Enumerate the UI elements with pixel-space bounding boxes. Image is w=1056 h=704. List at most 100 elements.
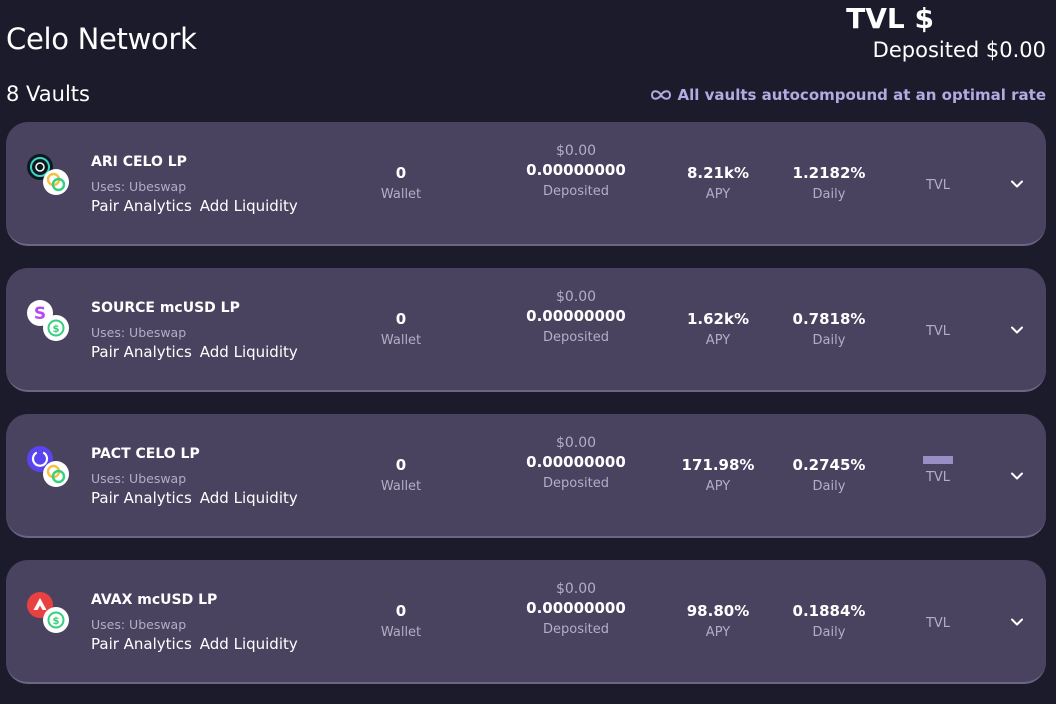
asset-icons <box>26 153 72 199</box>
apy-value: 8.21k% <box>686 164 749 182</box>
deposited-total: Deposited $0.00 <box>872 38 1046 62</box>
deposited-label: Deposited <box>543 622 609 637</box>
daily-label: Daily <box>812 625 846 640</box>
svg-text:$: $ <box>53 616 60 627</box>
apy-stat: 8.21k% APY <box>668 164 768 202</box>
autocompound-text: All vaults autocompound at an optimal ra… <box>677 86 1047 104</box>
pair-analytics-link[interactable]: Pair Analytics <box>91 197 192 215</box>
celo-icon <box>43 169 69 195</box>
daily-label: Daily <box>812 333 846 348</box>
daily-label: Daily <box>812 479 846 494</box>
autocompound-note: All vaults autocompound at an optimal ra… <box>648 86 1047 104</box>
asset-icons: S $ <box>26 299 72 345</box>
vault-links: Pair Analytics Add Liquidity <box>91 489 298 507</box>
wallet-value: 0 <box>395 164 407 182</box>
vault-uses: Uses: Ubeswap <box>91 325 187 340</box>
vault-links: Pair Analytics Add Liquidity <box>91 197 298 215</box>
vault-name: PACT CELO LP <box>91 446 200 462</box>
wallet-stat: 0 Wallet <box>351 602 451 640</box>
tvl-title: TVL $ <box>846 2 934 35</box>
tvl-label: TVL <box>925 470 951 485</box>
wallet-stat: 0 Wallet <box>351 310 451 348</box>
deposited-usd: $0.00 <box>555 143 597 159</box>
asset-icons <box>26 445 72 491</box>
mcusd-icon: $ <box>43 607 69 633</box>
chevron-down-icon[interactable] <box>1010 322 1024 341</box>
daily-value: 1.2182% <box>792 164 866 182</box>
chevron-down-icon[interactable] <box>1010 468 1024 487</box>
chevron-down-icon[interactable] <box>1010 614 1024 633</box>
vault-links: Pair Analytics Add Liquidity <box>91 343 298 361</box>
deposited-stat: $0.00 0.00000000 Deposited <box>501 289 651 345</box>
wallet-value: 0 <box>395 456 407 474</box>
tvl-label: TVL <box>925 616 951 631</box>
tvl-label: TVL <box>925 178 951 193</box>
daily-stat: 1.2182% Daily <box>779 164 879 202</box>
chevron-down-icon[interactable] <box>1010 176 1024 195</box>
vault-uses: Uses: Ubeswap <box>91 471 187 486</box>
daily-stat: 0.2745% Daily <box>779 456 879 494</box>
daily-value: 0.2745% <box>792 456 866 474</box>
wallet-label: Wallet <box>380 625 422 640</box>
apy-stat: 171.98% APY <box>668 456 768 494</box>
mcusd-icon: $ <box>43 315 69 341</box>
add-liquidity-link[interactable]: Add Liquidity <box>200 489 298 507</box>
apy-label: APY <box>705 187 731 202</box>
deposited-value: 0.00000000 <box>526 307 626 325</box>
daily-label: Daily <box>812 187 846 202</box>
wallet-value: 0 <box>395 602 407 620</box>
wallet-label: Wallet <box>380 333 422 348</box>
apy-stat: 98.80% APY <box>668 602 768 640</box>
vault-name: ARI CELO LP <box>91 154 187 170</box>
vault-card[interactable]: $ AVAX mcUSD LP Uses: Ubeswap Pair Analy… <box>6 560 1046 684</box>
page-title: Celo Network <box>6 22 197 56</box>
apy-value: 1.62k% <box>686 310 749 328</box>
daily-value: 0.7818% <box>792 310 866 328</box>
vault-links: Pair Analytics Add Liquidity <box>91 635 298 653</box>
apy-value: 98.80% <box>686 602 750 620</box>
wallet-value: 0 <box>395 310 407 328</box>
add-liquidity-link[interactable]: Add Liquidity <box>200 635 298 653</box>
celo-icon <box>43 461 69 487</box>
svg-text:$: $ <box>53 324 60 335</box>
deposited-label: Deposited <box>543 184 609 199</box>
deposited-usd: $0.00 <box>555 581 597 597</box>
deposited-value: 0.00000000 <box>526 161 626 179</box>
vault-count: 8 Vaults <box>6 82 90 106</box>
vault-name: AVAX mcUSD LP <box>91 592 218 608</box>
deposited-stat: $0.00 0.00000000 Deposited <box>501 435 651 491</box>
apy-stat: 1.62k% APY <box>668 310 768 348</box>
tvl-label: TVL <box>925 324 951 339</box>
vault-card[interactable]: PACT CELO LP Uses: Ubeswap Pair Analytic… <box>6 414 1046 538</box>
tvl-bar <box>923 456 953 464</box>
tvl-stat: TVL <box>888 602 988 631</box>
apy-label: APY <box>705 625 731 640</box>
deposited-value: 0.00000000 <box>526 599 626 617</box>
vault-name: SOURCE mcUSD LP <box>91 300 240 316</box>
deposited-usd: $0.00 <box>555 435 597 451</box>
pair-analytics-link[interactable]: Pair Analytics <box>91 635 192 653</box>
deposited-stat: $0.00 0.00000000 Deposited <box>501 581 651 637</box>
deposited-label: Deposited <box>543 476 609 491</box>
pair-analytics-link[interactable]: Pair Analytics <box>91 343 192 361</box>
wallet-stat: 0 Wallet <box>351 456 451 494</box>
vault-card[interactable]: ARI CELO LP Uses: Ubeswap Pair Analytics… <box>6 122 1046 246</box>
pair-analytics-link[interactable]: Pair Analytics <box>91 489 192 507</box>
wallet-label: Wallet <box>380 187 422 202</box>
vault-uses: Uses: Ubeswap <box>91 179 187 194</box>
add-liquidity-link[interactable]: Add Liquidity <box>200 197 298 215</box>
apy-value: 171.98% <box>681 456 755 474</box>
vault-card[interactable]: S $ SOURCE mcUSD LP Uses: Ubeswap Pair A… <box>6 268 1046 392</box>
asset-icons: $ <box>26 591 72 637</box>
vault-list: ARI CELO LP Uses: Ubeswap Pair Analytics… <box>6 122 1046 704</box>
deposited-stat: $0.00 0.00000000 Deposited <box>501 143 651 199</box>
tvl-stat: TVL <box>888 456 988 485</box>
tvl-stat: TVL <box>888 310 988 339</box>
daily-stat: 0.7818% Daily <box>779 310 879 348</box>
wallet-label: Wallet <box>380 479 422 494</box>
deposited-value: 0.00000000 <box>526 453 626 471</box>
add-liquidity-link[interactable]: Add Liquidity <box>200 343 298 361</box>
tvl-stat: TVL <box>888 164 988 193</box>
apy-label: APY <box>705 333 731 348</box>
daily-value: 0.1884% <box>792 602 866 620</box>
